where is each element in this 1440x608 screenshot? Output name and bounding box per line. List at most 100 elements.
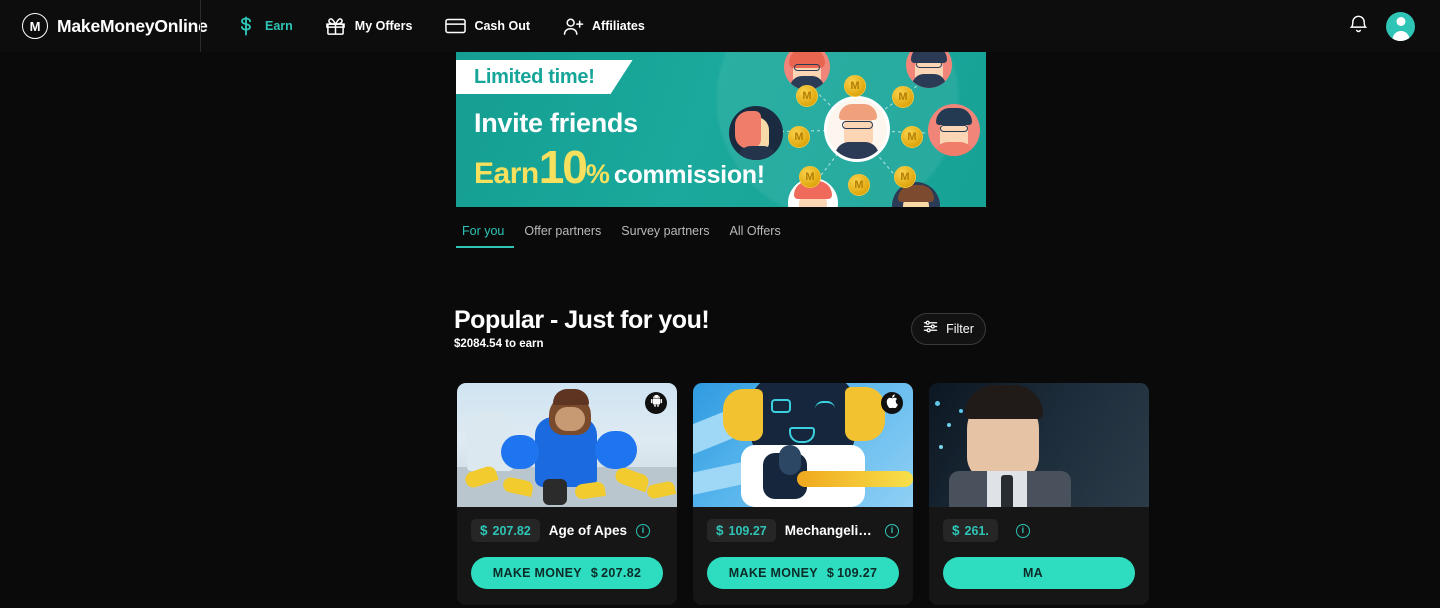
avatar-face-4 [928,104,980,156]
sliders-icon [923,319,938,339]
avatar-head-icon [1396,16,1405,26]
card-body: $ 261. i MA [929,507,1149,605]
offer-title: Age of Apes [548,523,628,538]
make-money-button[interactable]: MAKE MONEY $ 109.27 [707,557,899,589]
nav-label-my-offers: My Offers [354,19,413,33]
card-artwork [457,383,677,507]
price-currency-symbol: $ [716,523,724,538]
card-artwork-background [693,383,913,507]
logo-circle-m-icon: M [22,13,48,39]
banner-ribbon: Limited time! [456,60,633,94]
notifications-button[interactable] [1346,14,1370,38]
credit-card-icon [444,15,466,37]
cta-amount-value: 109.27 [837,566,878,580]
user-avatar[interactable] [1386,11,1415,41]
avatar-face-2 [906,52,952,88]
cta-label: MA [1022,566,1044,580]
coin-glyph: M [805,171,815,183]
banner-ribbon-text: Limited time! [474,65,595,88]
info-icon[interactable]: i [885,523,899,538]
tab-offer-partners[interactable]: Offer partners [514,224,611,248]
nav-item-cash-out[interactable]: Cash Out [428,0,546,52]
cta-amount: $ 109.27 [827,566,877,580]
section-subtitle: $2084.54 to earn [454,337,544,350]
banner-percent-symbol: % [585,159,610,189]
avatar-face-center [824,96,890,162]
banner-earn-word: Earn [474,157,539,190]
promo-banner[interactable]: M M M M M M M M Limited time! Invite fri… [456,52,986,207]
card-info-row: $ 207.82 Age of Apes i [471,519,663,542]
price-currency-symbol: $ [952,523,960,538]
price-currency-symbol: $ [480,523,488,538]
platform-badge [881,392,903,414]
android-icon [650,394,663,412]
offer-card[interactable]: $ 207.82 Age of Apes i MAKE MONEY $ 207.… [457,383,677,605]
card-info-row: $ 261. i [943,519,1135,542]
price-value: 109.27 [728,523,767,538]
section-title: Popular - Just for you! [454,306,710,334]
coin-glyph: M [850,80,860,92]
nav-label-affiliates: Affiliates [592,19,645,33]
coin-glyph: M [802,90,812,102]
coin-glyph: M [907,131,917,143]
user-plus-icon [562,15,584,37]
coin-icon-6: M [799,166,821,188]
coin-icon-5: M [901,126,923,148]
coin-glyph: M [898,91,908,103]
coin-glyph: M [900,171,910,183]
cta-label: MAKE MONEY [492,566,582,580]
coin-icon-8: M [894,166,916,188]
filter-label: Filter [946,322,974,336]
make-money-button[interactable]: MA [943,557,1135,589]
coin-glyph: M [794,131,804,143]
nav-label-earn: Earn [265,19,293,33]
cta-amount: $ 207.82 [591,566,641,580]
gift-icon [325,15,347,37]
info-icon[interactable]: i [1015,523,1030,538]
cta-currency-symbol: $ [826,566,835,580]
price-value: 261. [964,523,989,538]
card-artwork [693,383,913,507]
offer-tabs: For you Offer partners Survey partners A… [456,224,791,248]
tab-for-you[interactable]: For you [456,224,515,248]
offer-card[interactable]: $ 261. i MA [929,383,1149,605]
price-badge: $ 109.27 [707,519,776,542]
price-badge: $ 261. [943,519,998,542]
offer-card[interactable]: $ 109.27 Mechangelio... i MAKE MONEY $ 1… [693,383,913,605]
tab-all-offers[interactable]: All Offers [720,224,791,248]
nav-item-affiliates[interactable]: Affiliates [546,0,661,52]
cta-currency-symbol: $ [590,566,599,580]
dollar-icon [235,15,257,37]
top-navbar: M MakeMoneyOnline Earn My Offers Cash Ou… [0,0,1440,52]
banner-commission-word: commission! [613,161,765,189]
page-content: M M M M M M M M Limited time! Invite fri… [0,52,1440,608]
tab-survey-partners[interactable]: Survey partners [611,224,719,248]
price-value: 207.82 [492,523,531,538]
nav-item-my-offers[interactable]: My Offers [309,0,429,52]
cta-amount-value: 207.82 [601,566,642,580]
brand-name: MakeMoneyOnline [57,15,208,36]
card-artwork-background [457,383,677,507]
info-icon[interactable]: i [636,523,651,538]
bell-icon [1349,14,1368,39]
card-artwork [929,383,1149,507]
banner-percent-number: 10 [538,141,588,193]
nav-item-earn[interactable]: Earn [219,0,309,52]
card-info-row: $ 109.27 Mechangelio... i [707,519,899,542]
card-body: $ 109.27 Mechangelio... i MAKE MONEY $ 1… [693,507,913,605]
coin-icon-2: M [844,75,866,97]
platform-badge [645,392,667,414]
card-artwork-background [929,383,1149,507]
coin-icon-1: M [796,85,818,107]
brand-logo[interactable]: M MakeMoneyOnline [0,0,208,52]
card-body: $ 207.82 Age of Apes i MAKE MONEY $ 207.… [457,507,677,605]
avatar-body-icon [1392,30,1409,41]
banner-subheadline: Earn 10 % commission! [474,141,765,193]
navbar-right-actions [1346,0,1440,52]
coin-icon-4: M [788,126,810,148]
make-money-button[interactable]: MAKE MONEY $ 207.82 [471,557,663,589]
coin-icon-3: M [892,86,914,108]
apple-icon [886,393,898,413]
filter-button[interactable]: Filter [911,313,986,345]
offer-title: Mechangelio... [784,523,876,538]
